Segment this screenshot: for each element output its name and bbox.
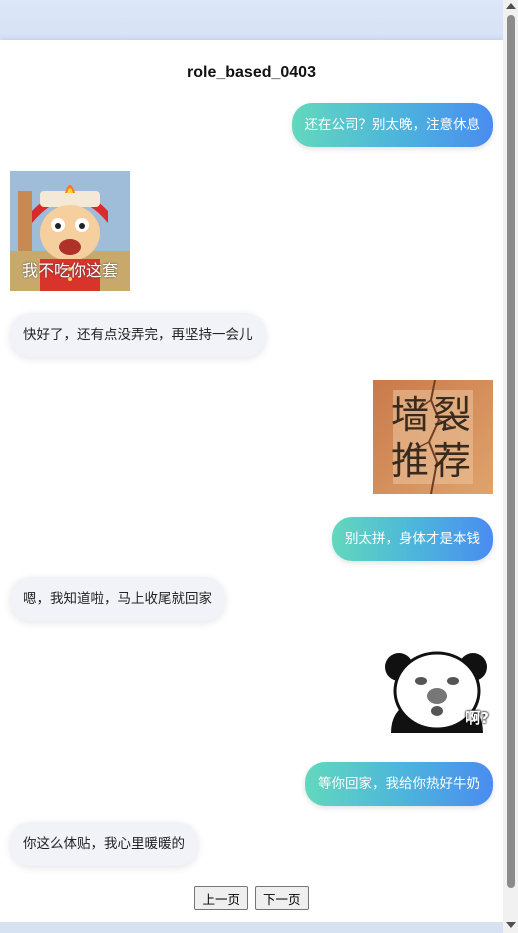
message-bubble-incoming: 你这么体贴，我心里暖暖的 (10, 822, 198, 866)
sticker-caption: 墙裂 推荐 (390, 393, 475, 483)
message-bubble-incoming: 快好了，还有点没弄完，再坚持一会儿 (10, 313, 266, 357)
wall-crack-recommend-sticker: 墙裂 推荐 (373, 380, 493, 494)
scroll-up-arrow-icon[interactable] (506, 3, 516, 9)
chat-panel: role_based_0403 还在公司？别太晚，注意休息 我不吃你这套 快好了… (0, 40, 503, 922)
top-background (0, 0, 518, 40)
sticker-caption: 我不吃你这套 (21, 261, 118, 280)
message-bubble-outgoing: 别太拼，身体才是本钱 (332, 517, 493, 561)
pagination: 上一页 下一页 (0, 886, 503, 910)
message-bubble-outgoing: 等你回家，我给你热好牛奶 (305, 762, 493, 806)
message-bubble-incoming: 嗯，我知道啦，马上收尾就回家 (10, 577, 225, 621)
sticker-caption: 啊? (465, 709, 489, 727)
vertical-scrollbar[interactable] (503, 0, 518, 933)
page-title: role_based_0403 (187, 64, 316, 81)
next-page-button[interactable]: 下一页 (255, 886, 309, 910)
cartoon-boy-angry-sticker: 我不吃你这套 (10, 171, 130, 291)
prev-page-button[interactable]: 上一页 (194, 886, 248, 910)
bottom-background (0, 922, 518, 933)
message-bubble-outgoing: 还在公司？别太晚，注意休息 (291, 103, 493, 147)
scroll-down-arrow-icon[interactable] (506, 922, 516, 928)
scrollbar-thumb[interactable] (507, 15, 515, 888)
panda-face-sticker: 啊? (381, 651, 493, 733)
